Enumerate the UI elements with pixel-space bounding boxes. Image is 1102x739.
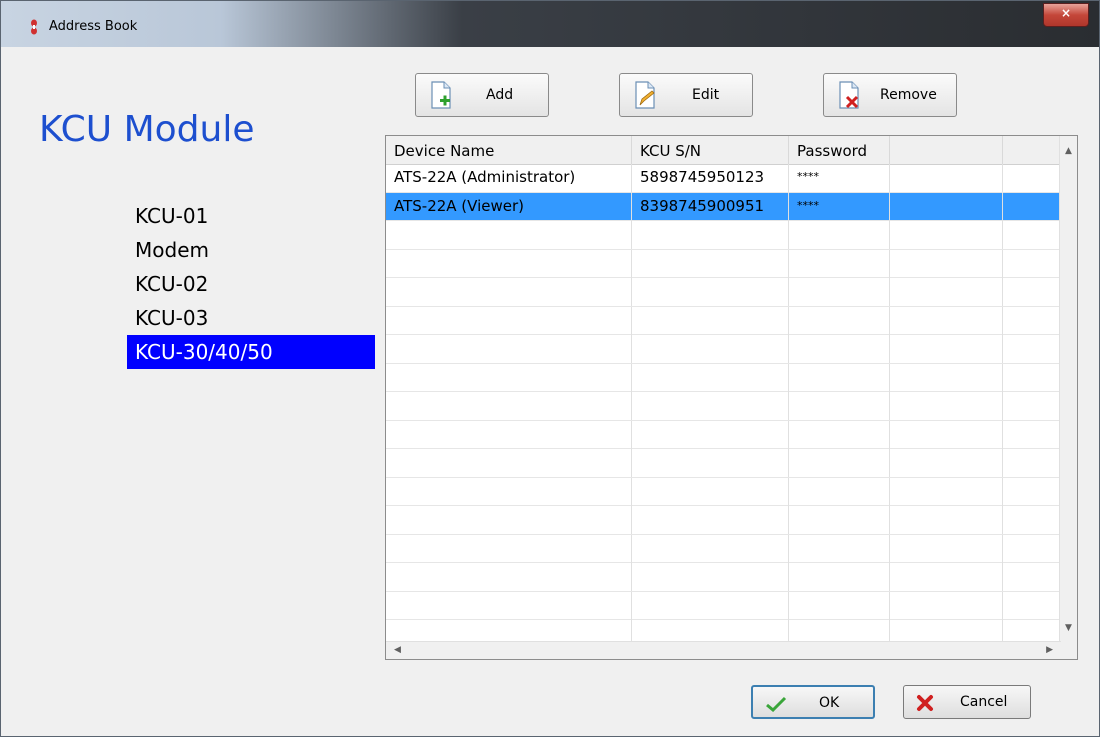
empty-row (386, 392, 1061, 421)
cell-kcu-sn: 8398745900951 (632, 192, 789, 221)
table-header: Device Name KCU S/N Password (386, 136, 1061, 165)
ok-button-label: OK (819, 695, 840, 711)
edit-button[interactable]: Edit (619, 73, 753, 117)
scroll-left-arrow-icon[interactable]: ◀ (394, 645, 401, 655)
column-header-empty (1003, 136, 1061, 164)
add-button-label: Add (486, 87, 514, 103)
title-bar[interactable]: Address Book × (1, 1, 1099, 47)
scroll-corner (1060, 642, 1077, 659)
cell-password: **** (789, 164, 890, 192)
cancel-button[interactable]: Cancel (903, 685, 1031, 719)
empty-row (386, 278, 1061, 307)
cell-empty (1003, 193, 1061, 221)
table-row[interactable]: ATS-22A (Administrator) 5898745950123 **… (386, 164, 1061, 193)
module-item-kcu-03[interactable]: KCU-03 (127, 301, 375, 335)
empty-row (386, 249, 1061, 278)
module-list[interactable]: KCU-01 Modem KCU-02 KCU-03 KCU-30/40/50 (127, 199, 375, 369)
remove-document-icon (839, 81, 859, 109)
address-book-window: Address Book × KCU Module KCU-01 Modem K… (0, 0, 1100, 737)
module-item-kcu-02[interactable]: KCU-02 (127, 267, 375, 301)
cell-empty (890, 192, 1003, 221)
table-body: ATS-22A (Administrator) 5898745950123 **… (386, 164, 1061, 644)
remove-button-label: Remove (880, 87, 937, 103)
empty-row (386, 449, 1061, 478)
cell-password: **** (789, 192, 890, 221)
module-item-modem[interactable]: Modem (127, 233, 375, 267)
empty-row (386, 506, 1061, 535)
scroll-up-arrow-icon[interactable]: ▲ (1065, 146, 1072, 156)
cancel-button-label: Cancel (960, 694, 1008, 710)
module-heading: KCU Module (39, 109, 255, 150)
cell-device-name: ATS-22A (Administrator) (386, 164, 632, 192)
empty-row (386, 306, 1061, 335)
empty-row (386, 221, 1061, 250)
module-item-kcu-01[interactable]: KCU-01 (127, 199, 375, 233)
column-header-device-name[interactable]: Device Name (386, 136, 632, 164)
empty-row (386, 591, 1061, 620)
address-table[interactable]: Device Name KCU S/N Password ATS-22A (Ad… (385, 135, 1078, 660)
scroll-right-arrow-icon[interactable]: ▶ (1046, 645, 1053, 655)
close-button[interactable]: × (1043, 3, 1089, 27)
checkmark-icon (766, 696, 787, 712)
cell-device-name: ATS-22A (Viewer) (386, 192, 632, 221)
dialog-body: KCU Module KCU-01 Modem KCU-02 KCU-03 KC… (9, 47, 1091, 730)
empty-row (386, 335, 1061, 364)
app-icon (31, 19, 37, 35)
remove-button[interactable]: Remove (823, 73, 957, 117)
edit-button-label: Edit (692, 87, 720, 103)
scroll-down-arrow-icon[interactable]: ▼ (1065, 623, 1072, 633)
column-header-kcu-sn[interactable]: KCU S/N (632, 136, 789, 164)
ok-button[interactable]: OK (751, 685, 875, 719)
cell-empty (1003, 164, 1061, 192)
cancel-x-icon (917, 695, 933, 711)
empty-row (386, 534, 1061, 563)
window-title: Address Book (49, 19, 138, 34)
cell-kcu-sn: 5898745950123 (632, 164, 789, 192)
empty-row (386, 363, 1061, 392)
empty-row (386, 563, 1061, 592)
horizontal-scrollbar[interactable]: ◀ ▶ (386, 641, 1061, 659)
column-header-empty (890, 136, 1003, 164)
column-header-password[interactable]: Password (789, 136, 890, 164)
add-document-icon (431, 81, 451, 109)
cell-empty (890, 164, 1003, 192)
table-row-selected[interactable]: ATS-22A (Viewer) 8398745900951 **** (386, 192, 1061, 221)
module-item-kcu-30-40-50[interactable]: KCU-30/40/50 (127, 335, 375, 369)
empty-row (386, 477, 1061, 506)
empty-row (386, 420, 1061, 449)
add-button[interactable]: Add (415, 73, 549, 117)
vertical-scrollbar[interactable]: ▲ ▼ (1059, 136, 1077, 643)
edit-document-icon (635, 81, 655, 109)
close-icon: × (1060, 6, 1072, 20)
